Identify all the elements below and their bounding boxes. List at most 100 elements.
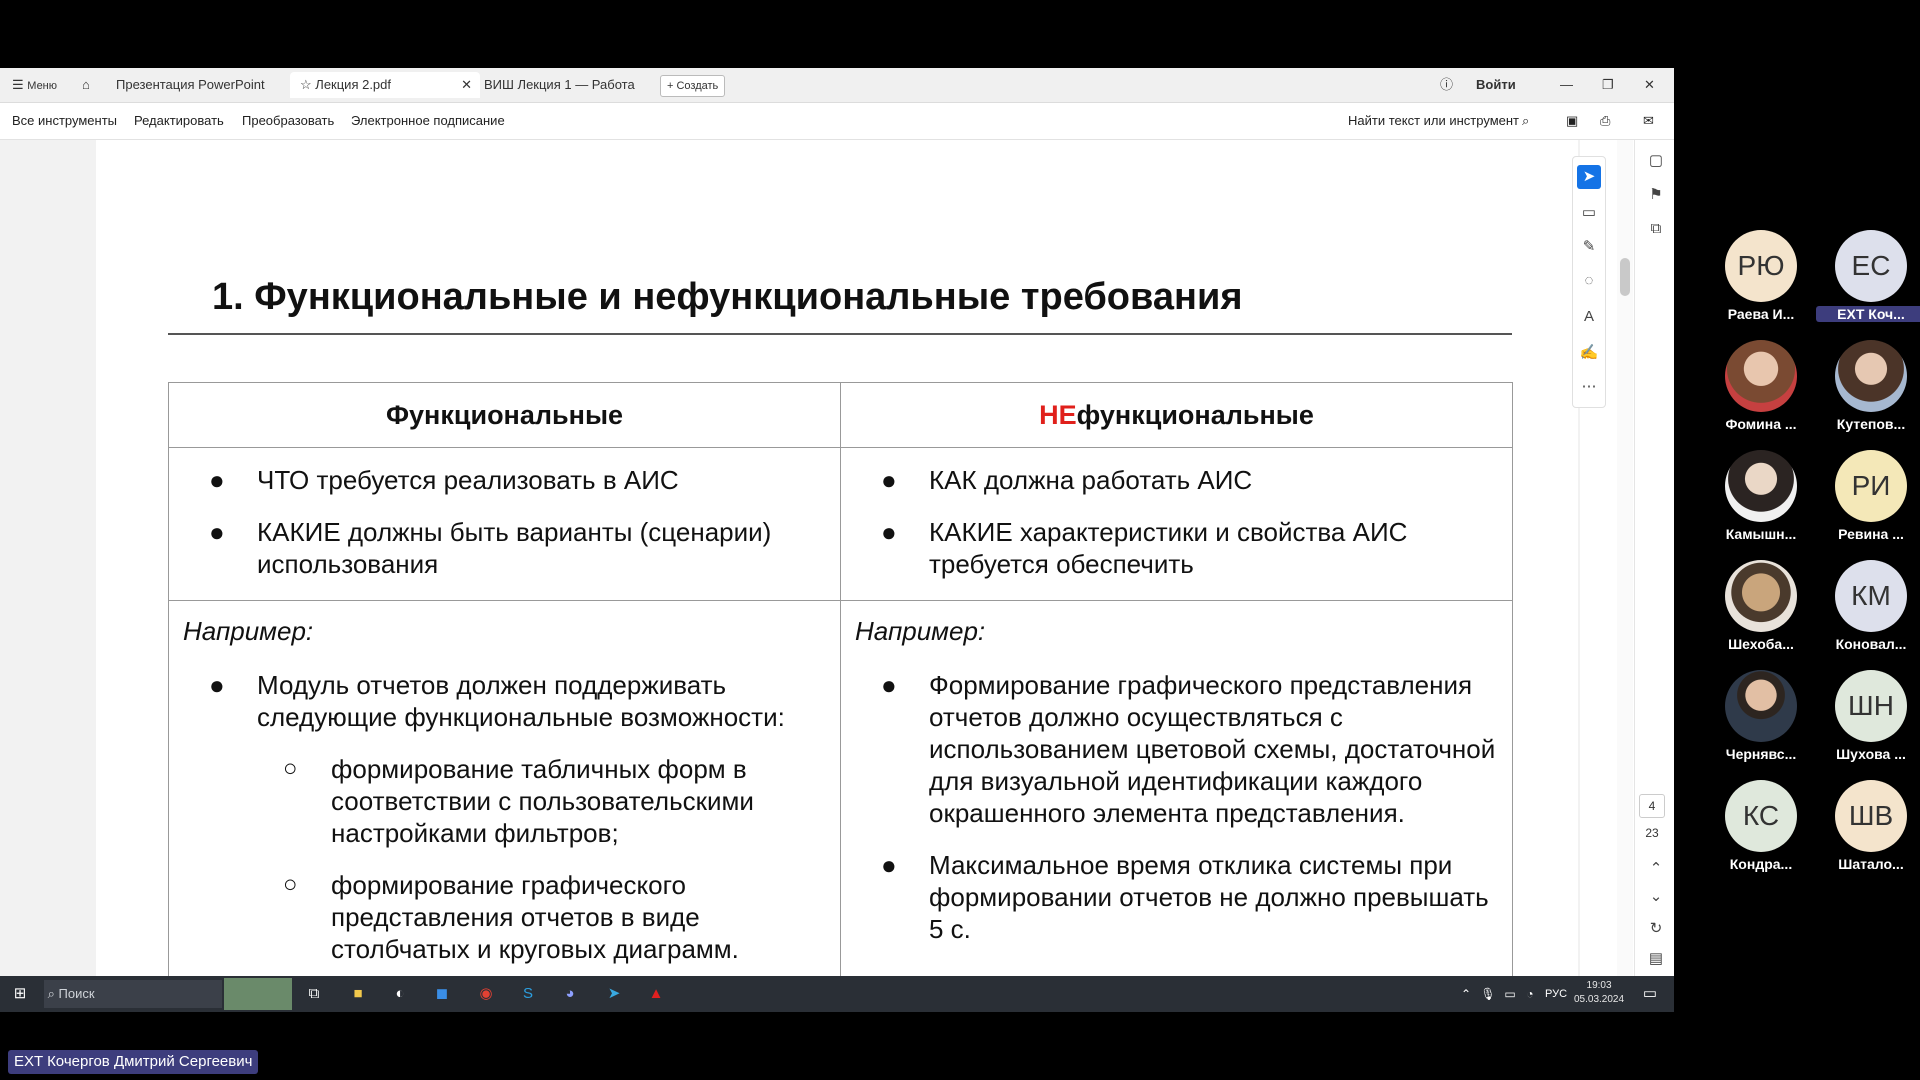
participant-tile[interactable]: Камышн... [1706,450,1816,542]
page-down-icon[interactable]: ⌄ [1645,886,1667,908]
list-item: ● Максимальное время отклика системы при … [881,850,1489,944]
add-comment-icon[interactable]: ▭ [1577,201,1601,225]
windows-taskbar: ⊞ ⌕ Поиск ⧉ ■ ◐ ◼ ◉ S ◕ ➤ ▲ ⌃ 🎙 ▭ ◔ РУС … [0,976,1674,1012]
page-indicator: 4 23 [1639,794,1665,840]
fit-page-icon[interactable]: ▤ [1645,948,1667,970]
participant-name: Кондра... [1729,856,1793,872]
language-indicator[interactable]: РУС [1542,984,1570,1004]
convert-menu[interactable]: Преобразовать [242,113,334,128]
task-view-icon[interactable]: ⧉ [304,984,324,1004]
clock-time: 19:03 [1586,980,1612,991]
participant-tile[interactable]: РЮ Раева И... [1706,230,1816,322]
microphone-icon[interactable]: 🎙 [1478,984,1498,1004]
table-row: Например: ● Модуль отчетов должен поддерж… [168,600,1513,980]
participant-tile[interactable]: Фомина ... [1706,340,1816,432]
help-icon[interactable]: ⓘ [1440,72,1453,98]
edge-icon[interactable]: ◐ [390,984,410,1004]
participant-tile[interactable]: КМ Коновал... [1816,560,1920,652]
edit-menu[interactable]: Редактировать [134,113,224,128]
text-box-icon[interactable]: A [1577,305,1601,329]
save-icon[interactable]: ▣ [1566,113,1578,129]
participant-tile[interactable]: Чернявс... [1706,670,1816,762]
minimize-icon[interactable]: — [1560,72,1573,98]
chrome-icon[interactable]: ◉ [476,984,496,1004]
acrobat-tab-bar: ☰ Меню ⌂ Презентация PowerPoint ☆ Лекция… [0,68,1674,103]
table-header-row: Функциональные НЕфункциональные [168,382,1513,448]
sub-list-item: ○ формирование графического представления… [283,870,739,964]
list-item: ● КАК должна работать АИС [881,465,1253,495]
menu-button[interactable]: ☰ Меню [12,72,57,98]
star-icon[interactable]: ☆ [300,77,312,92]
taskbar-clock[interactable]: 19:03 05.03.2024 [1574,979,1624,1007]
taskbar-search[interactable]: ⌕ Поиск [44,980,222,1008]
outlook-icon[interactable]: ◼ [432,984,452,1004]
restore-icon[interactable]: ❐ [1602,72,1614,98]
close-window-icon[interactable]: ✕ [1644,72,1655,98]
document-viewport[interactable]: 1. Функциональные и нефункциональные тре… [0,140,1580,1012]
close-tab-icon[interactable]: ✕ [461,72,472,98]
sign-icon[interactable]: ✍ [1577,341,1601,365]
participant-tile[interactable]: ЕС EXT Коч... [1816,230,1920,322]
participant-tile[interactable]: ШН Шухова ... [1816,670,1920,762]
discord-icon[interactable]: ◕ [560,984,580,1004]
rotate-icon[interactable]: ↻ [1645,918,1667,940]
avatar-photo [1725,670,1797,742]
create-button[interactable]: + Создать [660,75,726,97]
tab-lecture1[interactable]: ВИШ Лекция 1 — Работа [484,72,644,98]
vertical-scrollbar[interactable] [1617,140,1633,1012]
print-icon[interactable]: ⎙ [1600,113,1610,129]
participant-tile[interactable]: Кутепов... [1816,340,1920,432]
participant-tile[interactable]: КС Кондра... [1706,780,1816,872]
notifications-icon[interactable]: ▭ [1640,984,1660,1004]
skype-icon[interactable]: S [518,984,538,1004]
avatar: ШВ [1835,780,1907,852]
start-icon[interactable]: ⊞ [10,984,30,1004]
comments-panel-icon[interactable]: ▢ [1645,150,1667,172]
more-tools-icon[interactable]: ⋯ [1577,375,1601,399]
bookmarks-panel-icon[interactable]: ⚑ [1645,184,1667,206]
participant-name: Чернявс... [1725,746,1797,762]
file-explorer-icon[interactable]: ■ [348,984,368,1004]
find-tool-input[interactable]: Найти текст или инструмент [1348,113,1519,128]
pages-panel-icon[interactable]: ⧉ [1645,218,1667,240]
participant-name: Ревина ... [1838,526,1904,542]
page-up-icon[interactable]: ⌃ [1645,858,1667,880]
battery-icon[interactable]: ▭ [1500,984,1520,1004]
avatar-photo [1835,340,1907,412]
sub-list-item: ○ формирование табличных форм в соответст… [283,754,754,848]
tab-powerpoint[interactable]: Презентация PowerPoint [116,72,286,98]
acrobat-icon[interactable]: ▲ [646,984,666,1004]
signin-button[interactable]: Войти [1476,72,1516,98]
select-cursor-icon[interactable]: ➤ [1577,165,1601,189]
all-tools-menu[interactable]: Все инструменты [12,113,117,128]
participant-name: Камышн... [1725,526,1797,542]
list-item: ● КАКИЕ должны быть варианты (сценарии) и… [209,517,772,579]
participant-name: Раева И... [1727,306,1795,322]
mail-icon[interactable]: ✉ [1643,113,1654,129]
list-item: ● Формирование графического представления… [881,670,1496,828]
participant-name: Шехоба... [1728,636,1794,652]
participant-name: EXT Коч... [1816,306,1920,322]
current-page-field[interactable]: 4 [1639,794,1665,818]
participants-panel: РЮ Раева И... ЕС EXT Коч... Фомина ... К… [1674,68,1920,1012]
participant-tile[interactable]: ШВ Шатало... [1816,780,1920,872]
nonfunctional-header: НЕфункциональные [840,382,1513,448]
functional-definition-cell: ● ЧТО требуется реализовать в АИС ● КАКИЕ … [168,447,841,601]
avatar-photo [1725,340,1797,412]
telegram-icon[interactable]: ➤ [604,984,624,1004]
tab-lecture2-pdf[interactable]: ☆ Лекция 2.pdf ✕ [290,72,480,98]
avatar: ШН [1835,670,1907,742]
scrollbar-thumb[interactable] [1620,258,1630,296]
nonfunctional-example-cell: Например: ● Формирование графического пре… [840,600,1513,980]
participant-tile[interactable]: РИ Ревина ... [1816,450,1920,542]
participant-tile[interactable]: Шехоба... [1706,560,1816,652]
total-pages: 23 [1645,826,1659,840]
network-icon[interactable]: ◔ [1520,984,1540,1004]
tray-chevron-icon[interactable]: ⌃ [1456,984,1476,1004]
search-icon[interactable]: ⌕ [1522,113,1529,129]
home-icon[interactable]: ⌂ [82,72,90,98]
table-row: ● ЧТО требуется реализовать в АИС ● КАКИЕ … [168,447,1513,601]
esign-menu[interactable]: Электронное подписание [351,113,505,128]
draw-lasso-icon[interactable]: ◌ [1577,269,1601,293]
highlight-pen-icon[interactable]: ✎ [1577,235,1601,259]
